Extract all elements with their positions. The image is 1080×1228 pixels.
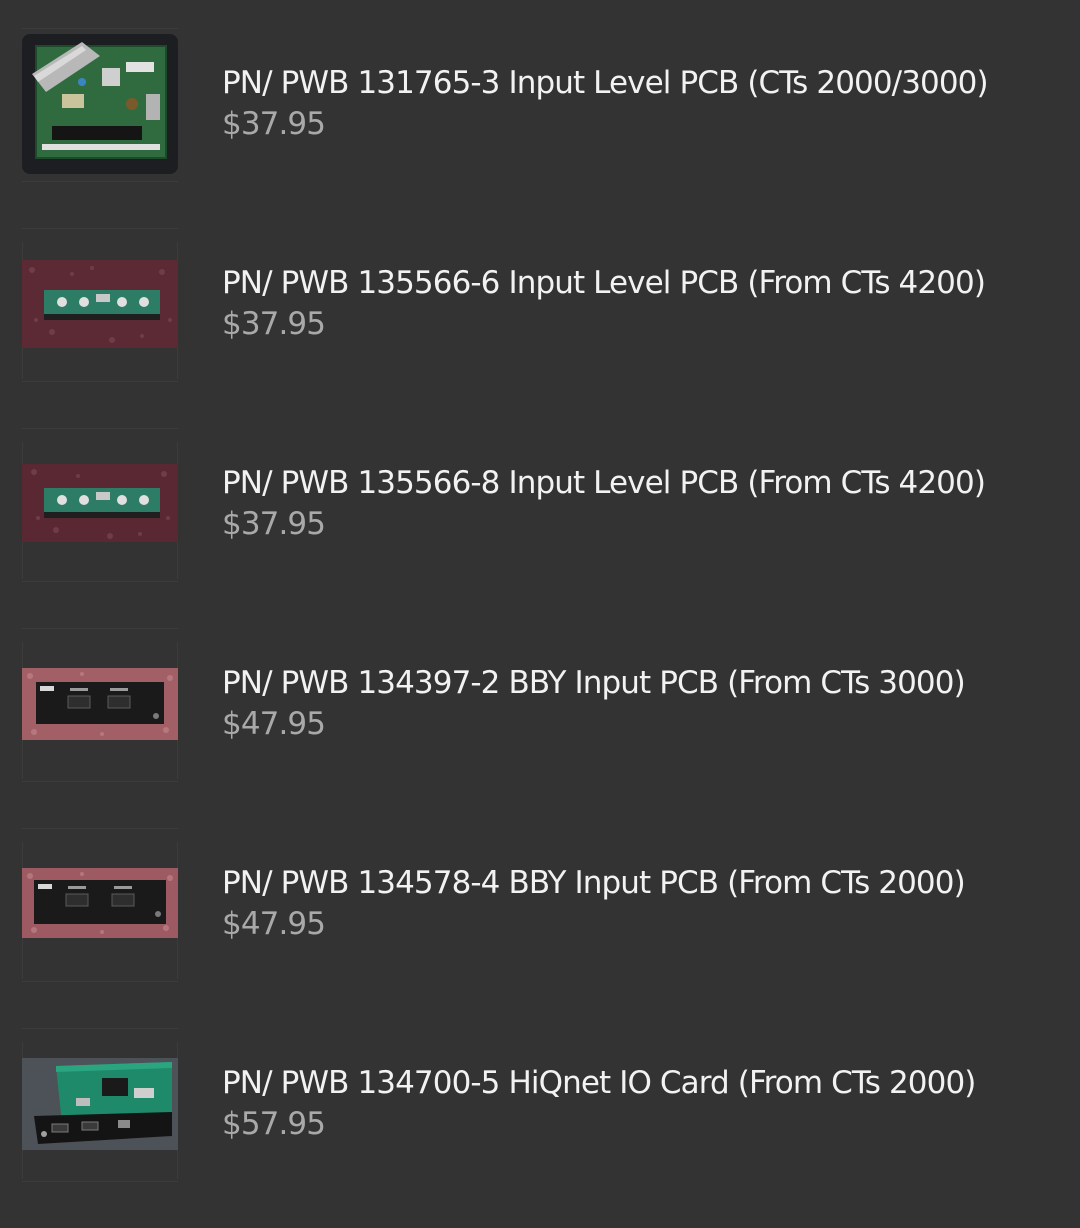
product-title[interactable]: PN/ PWB 135566-6 Input Level PCB (From C… (222, 263, 986, 303)
pcb-ribbon-board-photo (22, 34, 178, 174)
product-item[interactable]: PN/ PWB 131765-3 Input Level PCB (CTs 20… (0, 28, 1080, 228)
product-thumbnail[interactable] (22, 428, 178, 582)
product-list: PN/ PWB 131765-3 Input Level PCB (CTs 20… (0, 0, 1080, 1209)
product-item[interactable]: PN/ PWB 135566-8 Input Level PCB (From C… (0, 428, 1080, 628)
product-thumbnail[interactable] (22, 628, 178, 782)
product-item[interactable]: PN/ PWB 134700-5 HiQnet IO Card (From CT… (0, 1028, 1080, 1228)
product-title[interactable]: PN/ PWB 134397-2 BBY Input PCB (From CTs… (222, 663, 966, 703)
product-thumbnail[interactable] (22, 828, 178, 982)
bby-black-panel-photo (22, 868, 178, 938)
pcb-on-red-foam-photo (22, 260, 178, 348)
product-thumbnail[interactable] (22, 28, 178, 182)
product-item[interactable]: PN/ PWB 135566-6 Input Level PCB (From C… (0, 228, 1080, 428)
product-item[interactable]: PN/ PWB 134397-2 BBY Input PCB (From CTs… (0, 628, 1080, 828)
hiqnet-card-photo (22, 1058, 178, 1150)
product-title[interactable]: PN/ PWB 131765-3 Input Level PCB (CTs 20… (222, 63, 989, 103)
product-price: $37.95 (222, 106, 326, 142)
product-price: $47.95 (222, 906, 326, 942)
product-thumbnail[interactable] (22, 228, 178, 382)
product-title[interactable]: PN/ PWB 134578-4 BBY Input PCB (From CTs… (222, 863, 966, 903)
product-price: $37.95 (222, 306, 326, 342)
product-title[interactable]: PN/ PWB 134700-5 HiQnet IO Card (From CT… (222, 1063, 976, 1103)
product-thumbnail[interactable] (22, 1028, 178, 1182)
product-price: $57.95 (222, 1106, 326, 1142)
product-item[interactable]: PN/ PWB 134578-4 BBY Input PCB (From CTs… (0, 828, 1080, 1028)
bby-black-panel-photo (22, 668, 178, 740)
product-price: $47.95 (222, 706, 326, 742)
product-title[interactable]: PN/ PWB 135566-8 Input Level PCB (From C… (222, 463, 986, 503)
product-price: $37.95 (222, 506, 326, 542)
pcb-on-red-foam-photo (22, 464, 178, 542)
